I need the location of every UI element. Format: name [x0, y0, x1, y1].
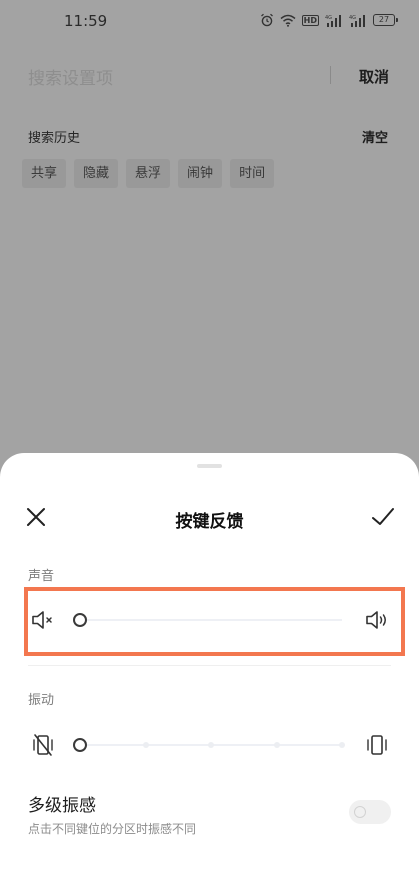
vibration-label: 振动	[28, 693, 55, 708]
status-time: 11:59	[64, 12, 108, 30]
vibration-off-icon[interactable]	[30, 732, 56, 758]
vibration-slider-thumb[interactable]	[73, 738, 87, 752]
alarm-icon	[260, 13, 273, 27]
battery-icon: 27	[373, 14, 398, 26]
sound-slider-track[interactable]	[80, 619, 342, 621]
svg-text:4G: 4G	[349, 15, 356, 21]
hd-icon: HD	[301, 14, 319, 26]
bottom-bar	[0, 876, 419, 888]
search-history-title: 搜索历史	[28, 131, 81, 146]
multi-level-vibration-toggle[interactable]	[349, 800, 391, 824]
key-feedback-sheet: 按键反馈 声音 振动 多级振感 点击不同键位的分区时振感不同	[0, 453, 419, 888]
history-chip[interactable]: 隐藏	[74, 159, 119, 188]
wifi-icon	[280, 14, 296, 27]
cancel-button[interactable]: 取消	[359, 66, 389, 87]
section-divider	[28, 665, 391, 666]
signal-4g-icon: 4G	[349, 14, 365, 27]
status-bar: 11:59 HD 4G 4G 27	[0, 0, 419, 44]
sheet-title: 按键反馈	[175, 512, 244, 532]
svg-text:4G: 4G	[325, 15, 332, 21]
history-chip[interactable]: 共享	[22, 159, 67, 188]
vibration-step-tick[interactable]	[208, 742, 214, 748]
search-divider	[330, 66, 331, 84]
vibration-step-tick[interactable]	[339, 742, 345, 748]
sound-slider-thumb[interactable]	[73, 613, 87, 627]
search-input[interactable]: 搜索设置项	[28, 64, 113, 89]
vibration-on-icon[interactable]	[364, 732, 390, 758]
history-chip[interactable]: 时间	[230, 159, 275, 188]
vibration-step-tick[interactable]	[273, 742, 280, 748]
history-chip[interactable]: 悬浮	[126, 159, 171, 188]
sheet-handle[interactable]	[197, 464, 222, 468]
check-icon[interactable]	[370, 505, 396, 529]
signal-4g-icon: 4G	[325, 14, 341, 27]
history-chip[interactable]: 闹钟	[178, 159, 223, 188]
vibration-step-tick[interactable]	[142, 742, 149, 748]
speaker-icon[interactable]	[364, 607, 390, 633]
toggle-knob	[354, 806, 366, 818]
multi-level-vibration-title: 多级振感	[28, 796, 96, 816]
clear-history-button[interactable]: 清空	[362, 127, 388, 146]
status-icons: HD 4G 4G 27	[260, 13, 398, 27]
multi-level-vibration-description: 点击不同键位的分区时振感不同	[28, 822, 197, 836]
sound-label: 声音	[28, 569, 55, 584]
history-chips: 共享 隐藏 悬浮 闹钟 时间	[22, 159, 275, 188]
mute-icon[interactable]	[30, 607, 56, 633]
